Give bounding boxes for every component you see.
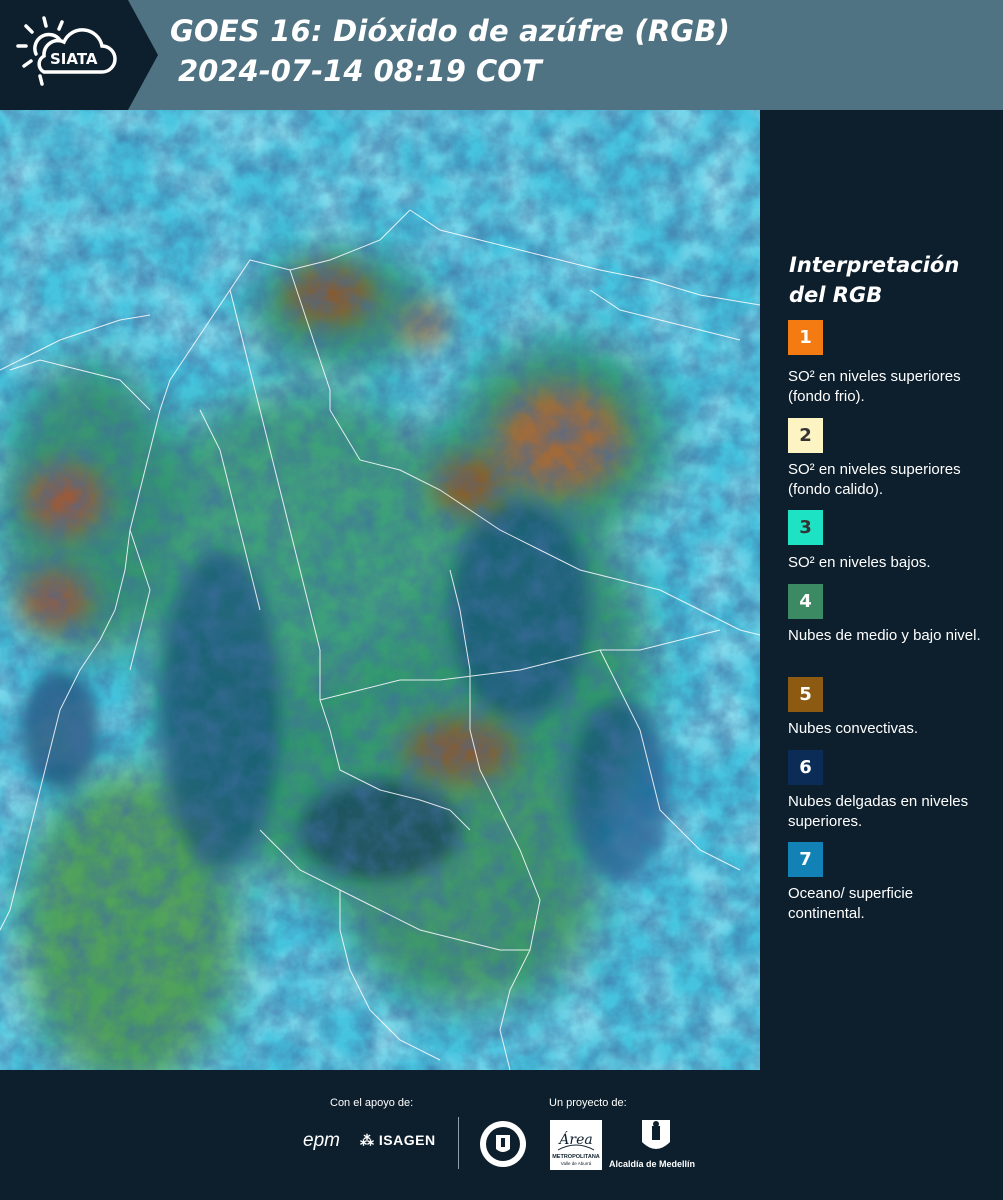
header-bar: SIATA GOES 16: Dióxido de azúfre (RGB) 2… <box>0 0 1003 110</box>
project-label: Un proyecto de: <box>549 1097 627 1109</box>
legend-swatch-5: 5 <box>788 677 823 712</box>
alcaldia-logo-text: Alcaldía de Medellín <box>609 1159 696 1169</box>
isagen-mark-icon: ⁂ <box>360 1132 375 1148</box>
svg-text:METROPOLITANA: METROPOLITANA <box>552 1154 600 1160</box>
legend-swatch-4: 4 <box>788 584 823 619</box>
satellite-rgb-image <box>0 110 760 1070</box>
legend-swatch-1: 1 <box>788 320 823 355</box>
footer-divider <box>458 1117 459 1169</box>
isagen-logo: ⁂ ISAGEN <box>360 1132 436 1148</box>
legend-text-5: Nubes convectivas. <box>788 720 919 737</box>
legend-text-4: Nubes de medio y bajo nivel. <box>788 627 981 644</box>
footer: Con el apoyo de: Un proyecto de: epm ⁂ I… <box>0 1070 1003 1200</box>
image-timestamp: 2024-07-14 08:19 COT <box>178 54 542 88</box>
legend-swatch-7: 7 <box>788 842 823 877</box>
area-metropolitana-logo: Área METROPOLITANA Valle de Aburrá <box>550 1120 602 1170</box>
legend-title: Interpretación del RGB <box>789 253 960 307</box>
legend-swatch-2: 2 <box>788 418 823 453</box>
legend-text-1: SO² en niveles superiores (fondo frio). <box>788 368 961 405</box>
alcaldia-shield-icon <box>642 1120 670 1149</box>
medellin-seal-icon <box>480 1121 526 1167</box>
siata-logo-text: SIATA <box>50 50 98 68</box>
svg-text:Valle de Aburrá: Valle de Aburrá <box>561 1161 592 1166</box>
siata-logo-icon: SIATA <box>16 16 117 86</box>
legend-panel: Interpretación del RGB 1 SO² en niveles … <box>760 110 1003 1070</box>
legend-text-3: SO² en niveles bajos. <box>788 554 931 571</box>
legend-text-2: SO² en niveles superiores (fondo calido)… <box>788 461 961 498</box>
legend-swatch-3: 3 <box>788 510 823 545</box>
epm-logo: epm <box>303 1130 340 1151</box>
legend-text-6: Nubes delgadas en niveles superiores. <box>788 793 969 830</box>
legend-swatch-6: 6 <box>788 750 823 785</box>
legend-text-7: Oceano/ superficie continental. <box>788 885 914 922</box>
satellite-map <box>0 110 760 1070</box>
page-title: GOES 16: Dióxido de azúfre (RGB) <box>170 14 731 48</box>
support-label: Con el apoyo de: <box>330 1097 414 1109</box>
